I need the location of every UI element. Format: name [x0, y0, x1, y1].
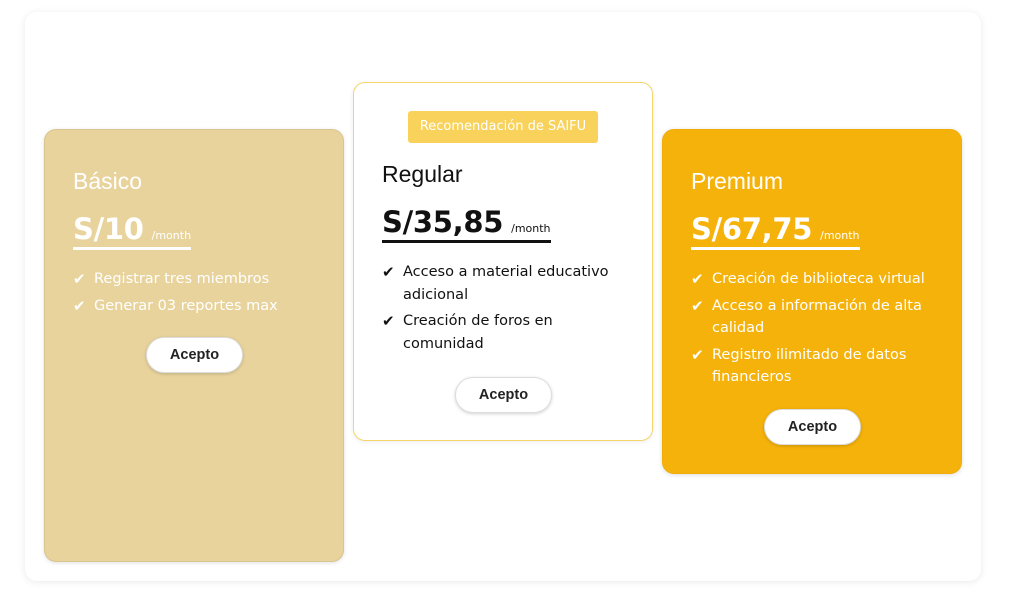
checkmark-icon: ✔ [691, 270, 704, 288]
feature-list: ✔ Acceso a material educativo adicional … [382, 261, 630, 355]
plan-name: Premium [691, 168, 784, 194]
price-row: S/67,75 /month [691, 212, 860, 250]
feature-text: Creación de foros en comunidad [403, 313, 553, 352]
feature-text: Generar 03 reportes max [94, 297, 278, 314]
price-period: /month [511, 222, 551, 235]
checkmark-icon: ✔ [691, 345, 704, 364]
checkmark-icon: ✔ [382, 312, 395, 330]
accept-button-regular[interactable]: Acepto [455, 377, 552, 413]
accept-button-premium[interactable]: Acepto [764, 409, 861, 445]
feature-list: ✔ Registrar tres miembros ✔ Generar 03 r… [73, 268, 321, 317]
checkmark-icon: ✔ [73, 296, 86, 315]
plan-price: S/67,75 [691, 212, 813, 246]
feature-text: Acceso a información de alta calidad [712, 297, 922, 337]
feature-item: ✔ Acceso a información de alta calidad [691, 295, 939, 340]
checkmark-icon: ✔ [382, 263, 395, 281]
plan-name: Regular [382, 161, 463, 187]
feature-text: Creación de biblioteca virtual [712, 271, 925, 287]
recommendation-badge: Recomendación de SAIFU [408, 111, 598, 143]
feature-item: ✔ Creación de biblioteca virtual [691, 268, 939, 291]
plan-price: S/35,85 [382, 205, 504, 239]
plan-price: S/10 [73, 212, 144, 246]
feature-item: ✔ Creación de foros en comunidad [382, 310, 630, 355]
accept-button-basic[interactable]: Acepto [146, 337, 243, 373]
feature-text: Acceso a material educativo adicional [403, 264, 609, 303]
price-row: S/10 /month [73, 212, 192, 250]
price-period: /month [820, 229, 860, 242]
plan-card-regular: Recomendación de SAIFU Regular S/35,85 /… [353, 82, 653, 441]
feature-item: ✔ Acceso a material educativo adicional [382, 261, 630, 306]
plan-name: Básico [73, 168, 143, 194]
checkmark-icon: ✔ [691, 296, 704, 315]
feature-item: ✔ Registro ilimitado de datos financiero… [691, 344, 939, 389]
plan-card-premium: Premium S/67,75 /month ✔ Creación de bib… [662, 129, 962, 474]
feature-item: ✔ Registrar tres miembros [73, 268, 321, 291]
feature-item: ✔ Generar 03 reportes max [73, 295, 321, 318]
price-row: S/35,85 /month [382, 205, 551, 243]
checkmark-icon: ✔ [73, 270, 86, 288]
feature-list: ✔ Creación de biblioteca virtual ✔ Acces… [691, 268, 939, 389]
feature-text: Registrar tres miembros [94, 271, 270, 287]
plan-card-basic: Básico S/10 /month ✔ Registrar tres miem… [44, 129, 344, 562]
feature-text: Registro ilimitado de datos financieros [712, 346, 907, 386]
price-period: /month [151, 229, 192, 242]
